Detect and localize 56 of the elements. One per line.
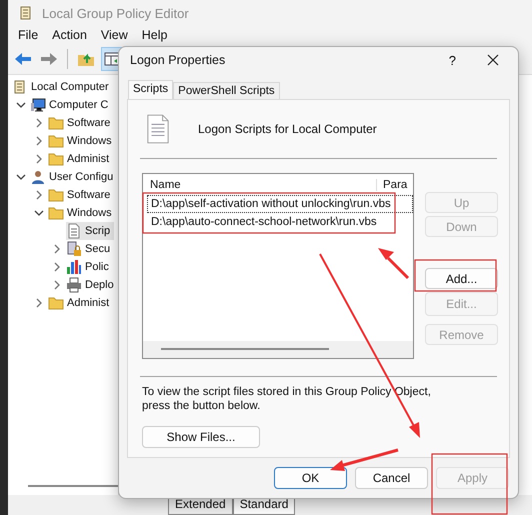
- folder-icon: [48, 151, 64, 167]
- menu-item[interactable]: Action: [52, 28, 87, 42]
- column-header[interactable]: Name: [143, 179, 377, 191]
- show-files-button[interactable]: Show Files...: [142, 426, 260, 448]
- folder-icon: [48, 133, 64, 149]
- tree-item[interactable]: Software: [67, 117, 110, 129]
- tab[interactable]: PowerShell Scripts: [173, 82, 280, 99]
- chevron-right-icon[interactable]: [34, 154, 44, 164]
- chevron-right-icon[interactable]: [52, 244, 62, 254]
- chevron-right-icon[interactable]: [34, 118, 44, 128]
- chevron-right-icon[interactable]: [34, 190, 44, 200]
- folder-icon: [48, 187, 64, 203]
- chevron-right-icon[interactable]: [34, 136, 44, 146]
- tree-item[interactable]: Deplo: [85, 279, 114, 291]
- tree-item[interactable]: Administ: [67, 297, 110, 309]
- tree-item[interactable]: Administ: [67, 153, 110, 165]
- bar-chart-icon: [66, 259, 82, 275]
- tree-item[interactable]: Secu: [85, 243, 110, 255]
- folder-icon: [48, 205, 64, 221]
- window-title: Local Group Policy Editor: [42, 6, 189, 20]
- tree-item[interactable]: Local Computer: [31, 81, 109, 93]
- dialog-button[interactable]: Cancel: [355, 467, 428, 489]
- menu-item[interactable]: View: [100, 28, 128, 42]
- lock-icon: [66, 241, 82, 257]
- computer-icon: [30, 97, 46, 113]
- menu-item[interactable]: File: [18, 28, 38, 42]
- tree-item[interactable]: Windows: [67, 135, 112, 147]
- printer-icon: [66, 277, 82, 293]
- chevron-down-icon[interactable]: [16, 172, 26, 182]
- user-icon: [30, 169, 46, 185]
- help-button[interactable]: ?: [448, 52, 456, 68]
- close-icon[interactable]: [486, 53, 500, 67]
- tree-item[interactable]: User Configu: [49, 171, 114, 183]
- folder-icon: [48, 115, 64, 131]
- tree-item[interactable]: Windows: [67, 207, 112, 219]
- script-file-icon: [146, 113, 170, 145]
- arrow: [330, 448, 398, 471]
- chevron-down-icon[interactable]: [34, 208, 44, 218]
- dialog-button[interactable]: OK: [274, 467, 347, 489]
- script-icon: [66, 223, 82, 239]
- side-button[interactable]: Add...: [425, 268, 498, 289]
- script-row[interactable]: D:\app\self-activation without unlocking\run.vbs: [147, 195, 413, 213]
- tab[interactable]: Scripts: [128, 80, 174, 99]
- script-row[interactable]: D:\app\auto-connect-school-network\run.vbs: [147, 213, 413, 231]
- dialog-title: Logon Properties: [130, 53, 226, 67]
- tree-item[interactable]: Computer C: [49, 99, 108, 111]
- tree-item[interactable]: Software: [67, 189, 110, 201]
- folder-icon: [48, 295, 64, 311]
- column-header[interactable]: Para: [377, 179, 408, 191]
- menu-item[interactable]: Help: [142, 28, 168, 42]
- chevron-right-icon[interactable]: [52, 280, 62, 290]
- chevron-down-icon[interactable]: [16, 100, 26, 110]
- chevron-right-icon[interactable]: [52, 262, 62, 272]
- heading-text: Logon Scripts for Local Computer: [198, 122, 377, 136]
- chevron-right-icon[interactable]: [34, 298, 44, 308]
- tree-item[interactable]: Polic: [85, 261, 109, 273]
